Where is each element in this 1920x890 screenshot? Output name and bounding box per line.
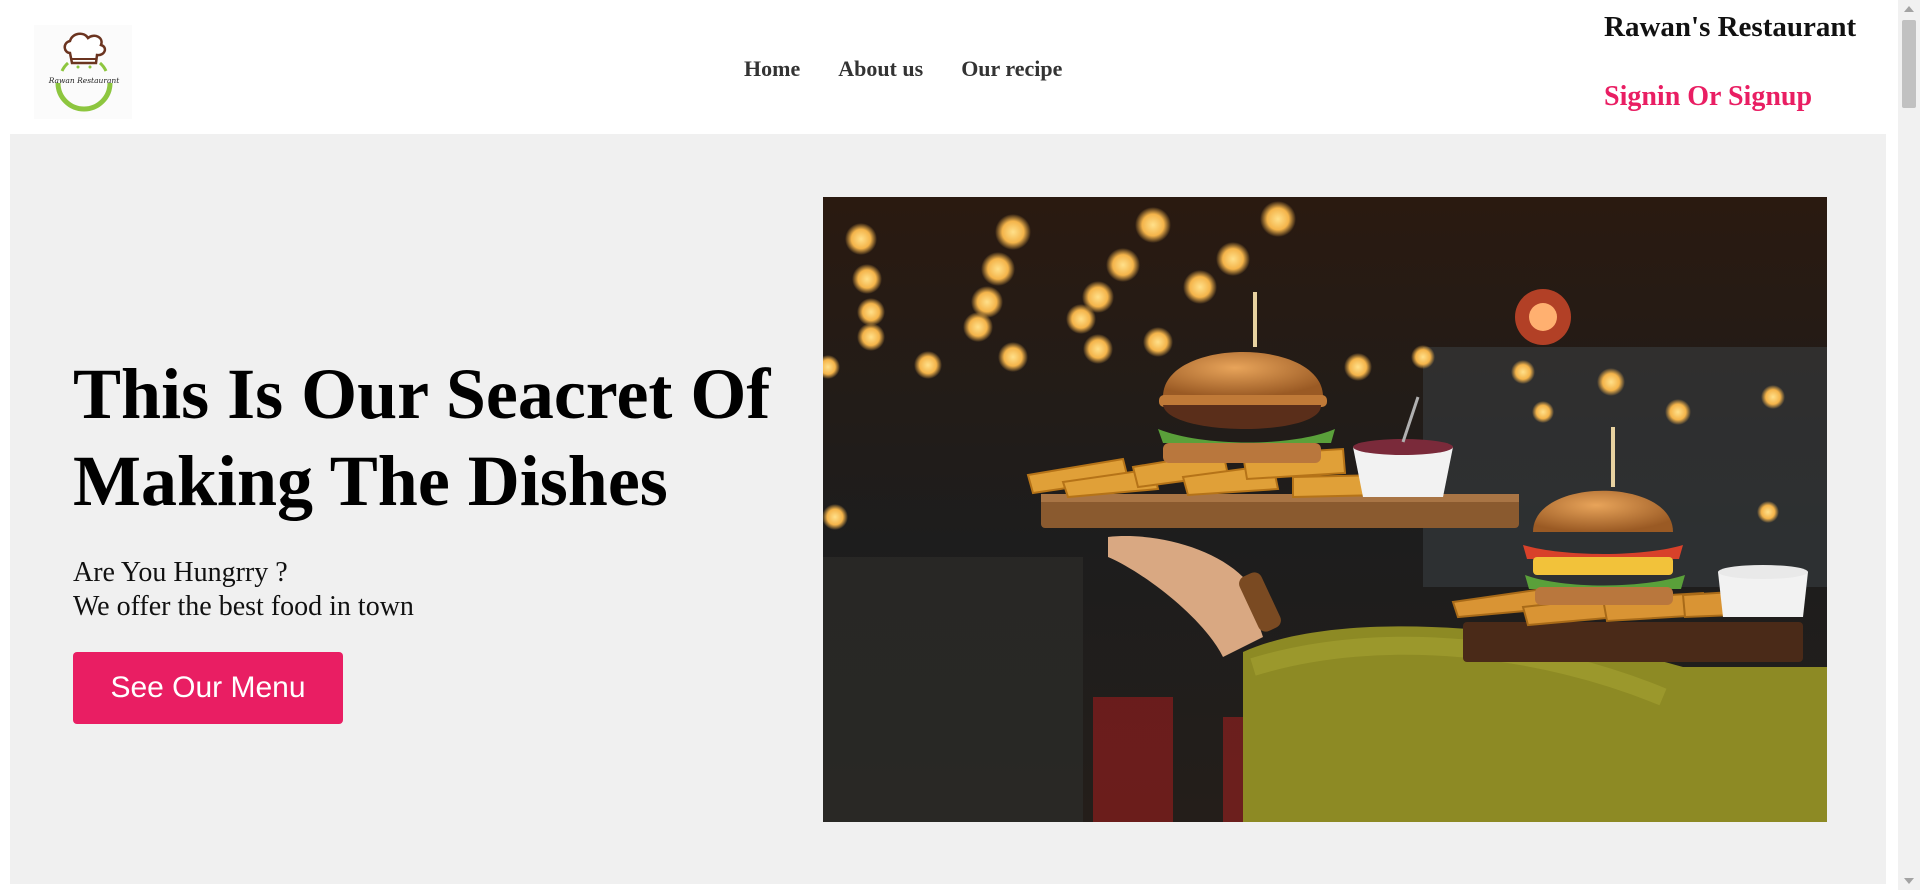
nav-our-recipe-link[interactable]: Our recipe <box>961 56 1062 82</box>
hero-burger-image <box>823 197 1827 822</box>
chef-hat-logo-icon: Rawan Restaurant <box>48 32 121 112</box>
page: Rawan Restaurant Home About us Our recip… <box>10 8 1886 884</box>
scroll-down-icon[interactable] <box>1904 878 1914 884</box>
hero-tagline: Are You Hungrry ? We offer the best food… <box>73 556 414 624</box>
main-nav: Home About us Our recipe <box>744 56 1062 82</box>
hero-tagline-question: Are You Hungrry ? <box>73 557 288 588</box>
burger-tray-photo <box>823 197 1827 822</box>
hero-title: This Is Our Seacret Of Making The Dishes <box>73 354 771 521</box>
restaurant-name: Rawan's Restaurant <box>1604 11 1857 43</box>
restaurant-logo[interactable]: Rawan Restaurant <box>34 25 132 119</box>
site-header: Rawan Restaurant Home About us Our recip… <box>10 8 1886 134</box>
signin-signup-link[interactable]: Signin Or Signup <box>1604 81 1812 113</box>
page-scrollbar[interactable] <box>1898 0 1920 890</box>
nav-home-link[interactable]: Home <box>744 56 800 82</box>
see-our-menu-button[interactable]: See Our Menu <box>73 652 343 724</box>
nav-about-us-link[interactable]: About us <box>838 56 923 82</box>
hero-tagline-offer: We offer the best food in town <box>73 591 414 622</box>
scroll-thumb[interactable] <box>1902 20 1916 108</box>
svg-text:Rawan Restaurant: Rawan Restaurant <box>48 76 121 85</box>
scroll-up-icon[interactable] <box>1904 6 1914 12</box>
